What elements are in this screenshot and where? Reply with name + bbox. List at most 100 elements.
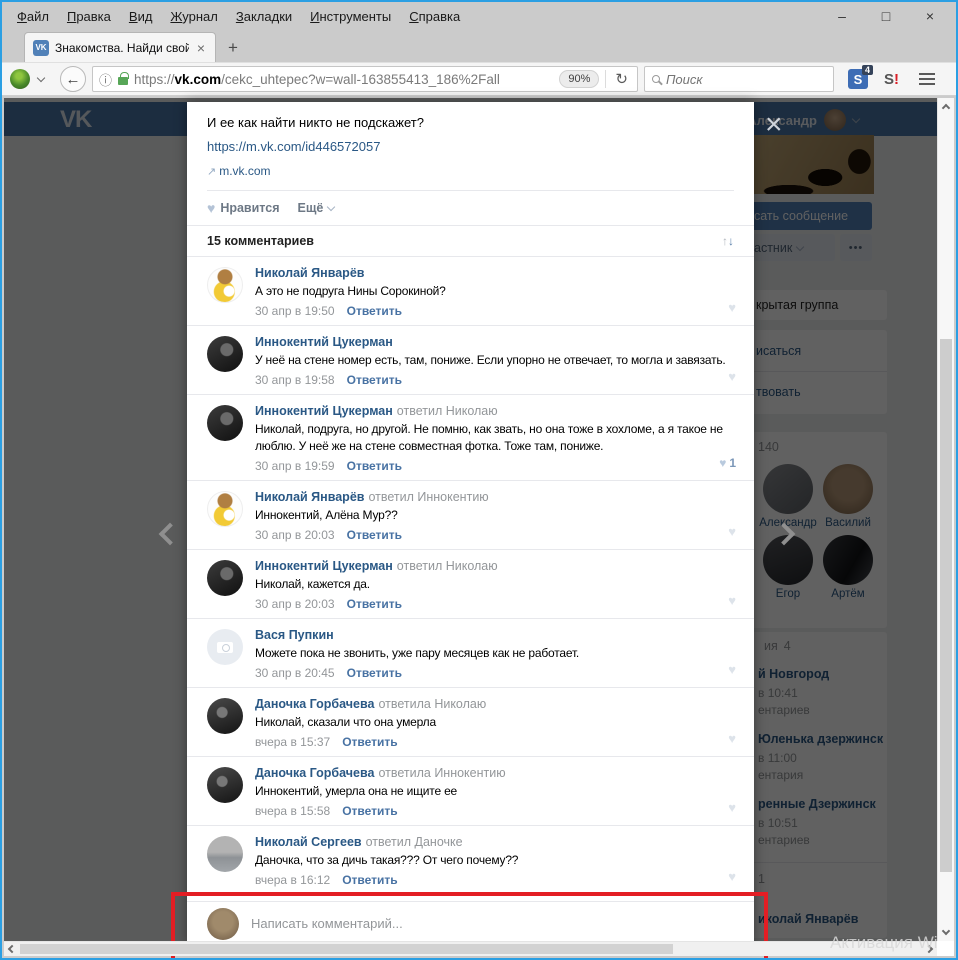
url-bar[interactable]: ⓘ https://vk.com/cekc_uhtepec?w=wall-163… — [92, 66, 638, 92]
zoom-level-badge[interactable]: 90% — [559, 70, 599, 88]
commenter-avatar[interactable] — [207, 336, 243, 372]
reply-link[interactable]: Ответить — [342, 803, 397, 819]
page-viewport: VK Александр сать сообщение астник ••• к… — [4, 98, 954, 956]
comment-row: Иннокентий Цукерманответил Николаю Никол… — [187, 549, 754, 618]
post-modal: И ее как найти никто не подскажет? https… — [187, 102, 754, 945]
comment-input-row[interactable]: Написать комментарий... — [187, 901, 754, 945]
commenter-name-link[interactable]: Иннокентий Цукерман — [255, 335, 393, 349]
comment-row: Даночка Горбачеваответила Иннокентию Инн… — [187, 756, 754, 825]
commenter-name-link[interactable]: Николай Сергеев — [255, 835, 362, 849]
post-text: И ее как найти никто не подскажет? — [207, 114, 734, 131]
current-user-avatar — [207, 908, 239, 940]
reply-link[interactable]: Ответить — [347, 665, 402, 681]
comment-date: 30 апр в 19:59 — [255, 458, 335, 474]
sort-comments-icon[interactable]: ↑↓ — [722, 234, 734, 248]
external-link-icon: ↗ — [207, 166, 216, 178]
reply-link[interactable]: Ответить — [347, 527, 402, 543]
url-text[interactable]: https://vk.com/cekc_uhtepec?w=wall-16385… — [134, 72, 553, 87]
vertical-scrollbar[interactable] — [937, 98, 954, 941]
extension-s2-icon[interactable]: S! — [884, 71, 899, 88]
comment-like-icon[interactable]: ♥ — [728, 593, 736, 608]
menu-bookmarks[interactable]: Закладки — [227, 5, 301, 28]
reply-link[interactable]: Ответить — [347, 596, 402, 612]
commenter-name-link[interactable]: Даночка Горбачева — [255, 766, 374, 780]
menu-bar: Файл Правка Вид Журнал Закладки Инструме… — [2, 2, 956, 30]
commenter-avatar[interactable] — [207, 767, 243, 803]
more-button[interactable]: Ещё — [298, 201, 335, 215]
comment-like-icon[interactable]: ♥ — [728, 731, 736, 746]
vertical-scrollbar-thumb[interactable] — [940, 339, 952, 872]
commenter-name-link[interactable]: Вася Пупкин — [255, 628, 334, 642]
reload-button[interactable]: ↻ — [612, 70, 631, 88]
commenter-name-link[interactable]: Николай Январёв — [255, 266, 364, 280]
menu-tools[interactable]: Инструменты — [301, 5, 400, 28]
reply-link[interactable]: Ответить — [342, 872, 397, 888]
commenter-name-link[interactable]: Иннокентий Цукерман — [255, 404, 393, 418]
window-maximize-button[interactable]: □ — [864, 2, 908, 30]
reply-link[interactable]: Ответить — [342, 734, 397, 750]
like-button[interactable]: ♥Нравится — [207, 200, 280, 216]
reply-link[interactable]: Ответить — [347, 303, 402, 319]
scroll-down-arrow-icon[interactable] — [942, 927, 950, 935]
scroll-right-arrow-icon[interactable] — [925, 945, 933, 953]
search-icon — [652, 75, 660, 83]
menu-help[interactable]: Справка — [400, 5, 469, 28]
commenter-name-link[interactable]: Николай Январёв — [255, 490, 364, 504]
comment-like-icon[interactable]: ♥ — [728, 800, 736, 815]
comment-text: Николай, кажется да. — [255, 576, 746, 593]
back-button[interactable]: ← — [60, 66, 86, 92]
scroll-up-arrow-icon[interactable] — [942, 104, 950, 112]
commenter-avatar[interactable] — [207, 267, 243, 303]
window-close-button[interactable]: × — [908, 2, 952, 30]
comment-like-icon[interactable]: ♥ — [728, 300, 736, 315]
comment-like-icon[interactable]: ♥ — [728, 869, 736, 884]
menu-edit[interactable]: Правка — [58, 5, 120, 28]
scroll-left-arrow-icon[interactable] — [8, 945, 16, 953]
vk-favicon-icon: VK — [33, 40, 49, 56]
reply-link[interactable]: Ответить — [347, 372, 402, 388]
extension-s-icon[interactable]: S4 — [848, 69, 868, 89]
commenter-avatar[interactable] — [207, 560, 243, 596]
commenter-avatar-placeholder[interactable] — [207, 629, 243, 665]
comment-like-icon[interactable]: ♥1 — [719, 456, 736, 470]
comment-row: Иннокентий Цукерманответил Николаю Никол… — [187, 394, 754, 480]
reply-link[interactable]: Ответить — [347, 458, 402, 474]
window-minimize-button[interactable]: – — [820, 2, 864, 30]
comment-input-placeholder[interactable]: Написать комментарий... — [251, 916, 403, 931]
new-tab-button[interactable]: + — [216, 36, 250, 62]
tab-title: Знакомства. Найди свой ... — [55, 41, 189, 55]
search-input[interactable] — [666, 72, 826, 87]
comment-row: Николай Сергеевответил Даночке Даночка, … — [187, 825, 754, 894]
commenter-avatar[interactable] — [207, 405, 243, 441]
commenter-avatar[interactable] — [207, 836, 243, 872]
post-attachment[interactable]: ↗m.vk.com — [207, 164, 734, 178]
post-link[interactable]: https://m.vk.com/id446572057 — [207, 138, 734, 155]
onion-proxy-icon[interactable] — [10, 69, 30, 89]
menu-file[interactable]: Файл — [8, 5, 58, 28]
comment-like-icon[interactable]: ♥ — [728, 369, 736, 384]
commenter-name-link[interactable]: Даночка Горбачева — [255, 697, 374, 711]
hamburger-menu-icon[interactable] — [919, 78, 935, 80]
modal-close-icon[interactable]: × — [765, 110, 783, 140]
menu-view[interactable]: Вид — [120, 5, 162, 28]
commenter-name-link[interactable]: Иннокентий Цукерман — [255, 559, 393, 573]
commenter-avatar[interactable] — [207, 491, 243, 527]
horizontal-scrollbar-thumb[interactable] — [20, 944, 673, 954]
tab-vk[interactable]: VK Знакомства. Найди свой ... × — [24, 32, 216, 62]
horizontal-scrollbar[interactable] — [4, 941, 937, 956]
commenter-avatar[interactable] — [207, 698, 243, 734]
comment-like-icon[interactable]: ♥ — [728, 662, 736, 677]
onion-dropdown-icon[interactable] — [37, 74, 45, 82]
comment-date: 30 апр в 20:45 — [255, 665, 335, 681]
comment-row: Иннокентий Цукерман У неё на стене номер… — [187, 325, 754, 394]
comment-date: вчера в 15:58 — [255, 803, 330, 819]
comments-count-title: 15 комментариев — [207, 234, 722, 248]
tab-close-icon[interactable]: × — [195, 40, 207, 56]
search-box[interactable] — [644, 66, 834, 92]
comment-like-icon[interactable]: ♥ — [728, 524, 736, 539]
page-info-icon[interactable]: ⓘ — [99, 70, 112, 89]
comment-text: Даночка, что за дичь такая??? От чего по… — [255, 852, 746, 869]
menu-history[interactable]: Журнал — [161, 5, 226, 28]
comment-text: Можете пока не звонить, уже пару месяцев… — [255, 645, 746, 662]
comment-date: 30 апр в 19:50 — [255, 303, 335, 319]
